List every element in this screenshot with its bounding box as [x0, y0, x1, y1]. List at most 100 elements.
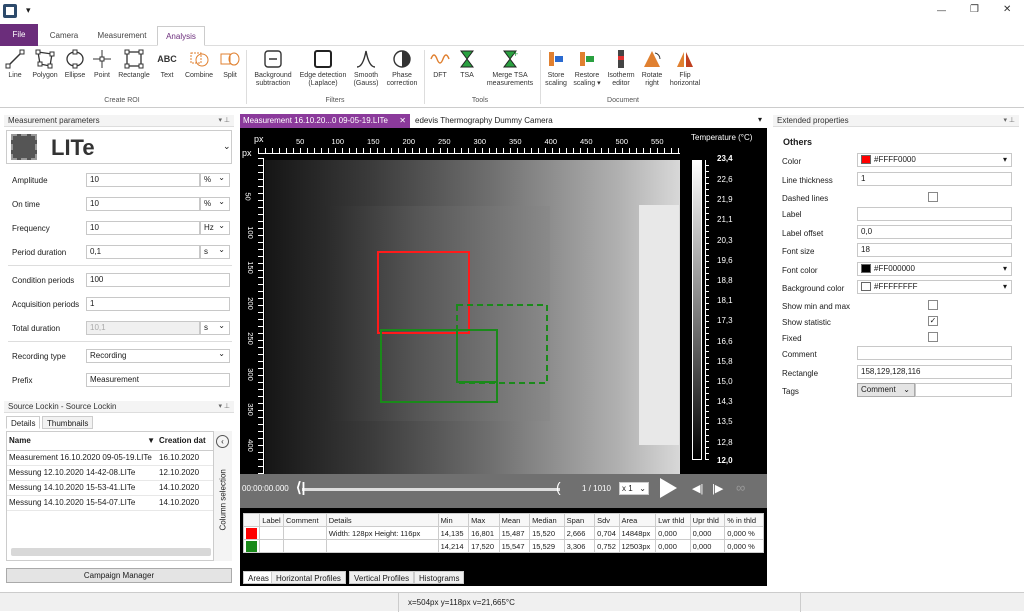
- table-row[interactable]: Width: 128px Height: 116px 14,135 16,801 15…: [242, 526, 764, 540]
- line-thickness-input[interactable]: 1: [857, 172, 1012, 186]
- point-button[interactable]: Point: [90, 48, 114, 80]
- font-size-input[interactable]: 18: [857, 243, 1012, 257]
- font-color-select[interactable]: #FF000000 ▾: [857, 262, 1012, 276]
- show-statistic-checkbox[interactable]: ✓: [928, 316, 938, 326]
- close-tab-icon[interactable]: ✕: [399, 114, 406, 128]
- minimize-button[interactable]: —: [937, 5, 946, 15]
- table-row[interactable]: Measurement 16.10.2020 09-05-19.LITe 16.1…: [7, 450, 213, 466]
- timeline-end-handle[interactable]: (: [556, 479, 561, 495]
- thermal-image[interactable]: [265, 160, 680, 474]
- maximize-button[interactable]: ❐: [970, 4, 979, 15]
- timeline-start-handle[interactable]: ⟨|: [296, 479, 305, 496]
- column-header[interactable]: Details: [325, 513, 439, 527]
- ontime-unit-select[interactable]: %: [200, 196, 230, 211]
- tab-analysis[interactable]: Analysis: [157, 26, 205, 46]
- column-header[interactable]: Min: [437, 513, 470, 527]
- tab-details[interactable]: Details: [6, 416, 41, 429]
- pin-icon[interactable]: ▾ ⊥: [218, 115, 230, 127]
- column-header[interactable]: % in thld: [724, 513, 764, 527]
- line-button[interactable]: Line: [3, 48, 27, 80]
- background-color-select[interactable]: #FFFFFFFF ▾: [857, 280, 1012, 294]
- rotate-right-button[interactable]: Rotate right: [638, 48, 666, 88]
- close-button[interactable]: ✕: [1003, 4, 1011, 15]
- column-header-date[interactable]: Creation dat: [157, 432, 213, 451]
- polygon-button[interactable]: Polygon: [29, 48, 61, 80]
- column-header[interactable]: Upr thld: [689, 513, 726, 527]
- isotherm-editor-button[interactable]: Isotherm editor: [604, 48, 638, 88]
- recording-type-select[interactable]: Recording: [86, 348, 230, 363]
- comment-input[interactable]: [857, 346, 1012, 360]
- period-duration-input[interactable]: 0,1: [86, 245, 200, 259]
- step-back-icon[interactable]: ◀|: [692, 482, 703, 495]
- collapse-chevron-icon[interactable]: ‹: [216, 435, 229, 448]
- condition-periods-input[interactable]: 100: [86, 273, 230, 287]
- frequency-input[interactable]: 10: [86, 221, 200, 235]
- column-header[interactable]: Area: [618, 513, 657, 527]
- play-icon[interactable]: [660, 478, 677, 498]
- dashed-lines-checkbox[interactable]: [928, 192, 938, 202]
- smooth-gauss-button[interactable]: Smooth (Gauss): [351, 48, 381, 88]
- tab-histograms[interactable]: Histograms: [414, 571, 465, 584]
- tab-thumbnails[interactable]: Thumbnails: [42, 416, 94, 429]
- campaign-manager-button[interactable]: Campaign Manager: [6, 568, 232, 583]
- table-row[interactable]: 14,214 17,520 15,547 15,529 3,306 0,752 12503p…: [242, 539, 764, 553]
- color-select[interactable]: #FFFF0000 ▾: [857, 153, 1012, 167]
- period-unit-select[interactable]: s: [200, 244, 230, 259]
- tab-measurement[interactable]: Measurement: [90, 26, 154, 46]
- column-header[interactable]: Span: [563, 513, 596, 527]
- flip-horizontal-button[interactable]: Flip horizontal: [666, 48, 704, 88]
- text-button[interactable]: ABC Text: [155, 48, 179, 80]
- frequency-unit-select[interactable]: Hz: [200, 220, 230, 235]
- quick-access-dropdown[interactable]: ▾: [26, 5, 31, 16]
- device-selector[interactable]: LITe ⌄: [6, 130, 232, 164]
- column-header[interactable]: Comment: [283, 513, 327, 527]
- column-header[interactable]: Sdv: [594, 513, 620, 527]
- timeline-track[interactable]: [302, 488, 560, 491]
- document-tab-measurement[interactable]: Measurement 16.10.20...0 09-05-19.LITe ✕: [240, 114, 410, 128]
- amplitude-input[interactable]: 10: [86, 173, 200, 187]
- document-tab-camera[interactable]: edevis Thermography Dummy Camera: [412, 114, 632, 128]
- tags-input[interactable]: [915, 383, 1012, 397]
- roi-rectangle-green[interactable]: [380, 329, 498, 403]
- table-row[interactable]: Messung 14.10.2020 15-54-07.LITe 14.10.20…: [7, 495, 213, 511]
- tab-file[interactable]: File: [0, 24, 38, 46]
- step-forward-icon[interactable]: |▶: [712, 482, 723, 495]
- rectangle-button[interactable]: Rectangle: [116, 48, 152, 80]
- pin-icon[interactable]: ▾ ⊥: [218, 401, 230, 413]
- amplitude-unit-select[interactable]: %: [200, 172, 230, 187]
- tab-camera[interactable]: Camera: [42, 26, 86, 46]
- loop-icon[interactable]: ∞: [736, 480, 745, 495]
- chevron-down-icon[interactable]: ▾: [758, 115, 762, 124]
- rectangle-input[interactable]: 158,129,128,116: [857, 365, 1012, 379]
- merge-tsa-button[interactable]: + Merge TSA measurements: [482, 48, 538, 88]
- background-subtraction-button[interactable]: Background subtraction: [250, 48, 296, 88]
- ellipse-button[interactable]: Ellipse: [62, 48, 88, 80]
- filter-icon[interactable]: ▼: [147, 436, 155, 445]
- total-duration-unit-select[interactable]: s: [200, 320, 230, 335]
- column-header[interactable]: Lwr thld: [655, 513, 691, 527]
- column-header[interactable]: [242, 513, 261, 527]
- tab-horizontal-profiles[interactable]: Horizontal Profiles: [271, 571, 346, 584]
- roi-rectangle-red[interactable]: [377, 251, 470, 334]
- roi-rectangle-green-dashed[interactable]: [456, 304, 548, 384]
- speed-select[interactable]: x 1 ⌄: [619, 482, 649, 495]
- tab-areas[interactable]: Areas: [243, 571, 274, 584]
- column-selection-sidebar[interactable]: ‹ Column selection: [214, 431, 232, 561]
- phase-correction-button[interactable]: Phase correction: [383, 48, 421, 88]
- thermal-viewer[interactable]: px px 50 100 150 200 250 300 350 400 450 500 550 5…: [240, 128, 767, 508]
- pin-icon[interactable]: ▾ ⊥: [1003, 115, 1015, 127]
- tsa-button[interactable]: TSA: [455, 48, 479, 80]
- table-row[interactable]: Messung 12.10.2020 14-42-08.LITe 12.10.20…: [7, 465, 213, 481]
- column-header[interactable]: Max: [468, 513, 500, 527]
- prefix-input[interactable]: Measurement: [86, 373, 230, 387]
- column-header[interactable]: Median: [529, 513, 565, 527]
- show-min-max-checkbox[interactable]: [928, 300, 938, 310]
- store-scaling-button[interactable]: Store scaling: [542, 48, 570, 88]
- label-input[interactable]: [857, 207, 1012, 221]
- tags-select[interactable]: Comment ⌄: [857, 383, 915, 397]
- ontime-input[interactable]: 10: [86, 197, 200, 211]
- split-button[interactable]: Split: [218, 48, 242, 80]
- acquisition-periods-input[interactable]: 1: [86, 297, 230, 311]
- table-row[interactable]: Messung 14.10.2020 15-53-41.LITe 14.10.20…: [7, 480, 213, 496]
- column-header-name[interactable]: Name ▼: [7, 432, 157, 451]
